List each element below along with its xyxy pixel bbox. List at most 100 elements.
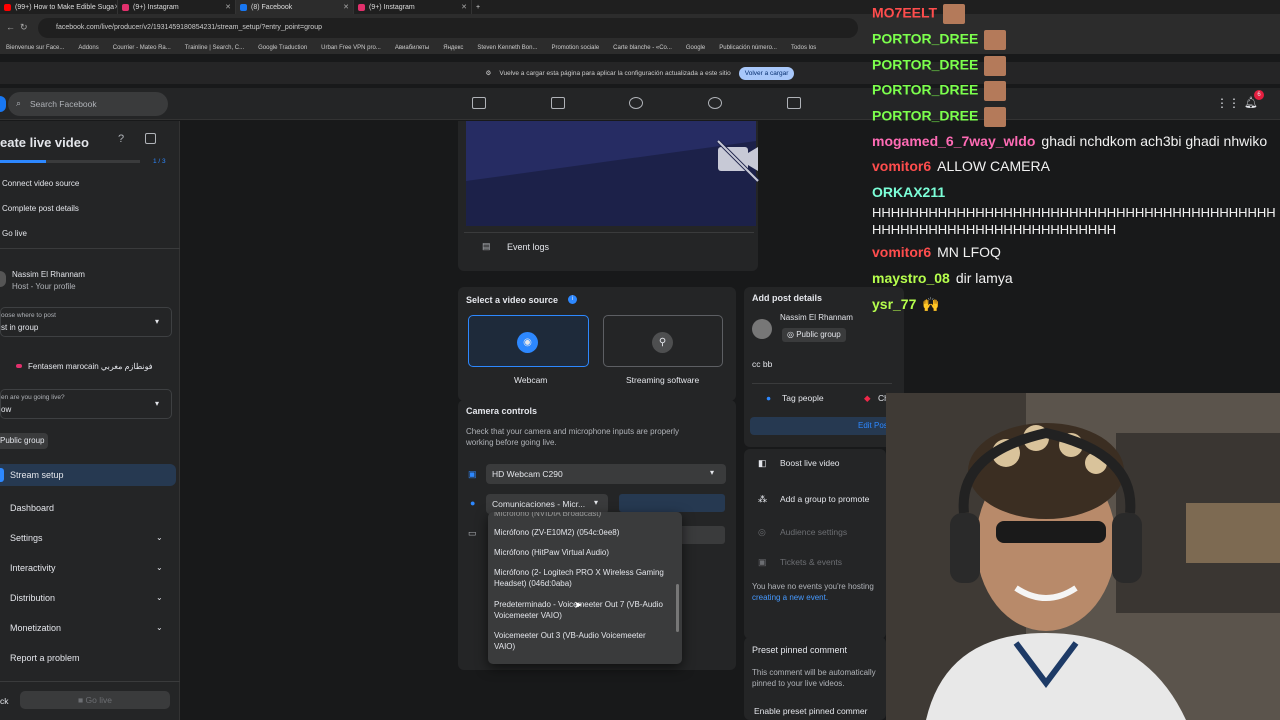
close-icon[interactable]: ✕ — [343, 3, 349, 11]
chevron-down-icon[interactable]: ⌄ — [156, 563, 163, 572]
chat-username: PORTOR_DREE — [872, 56, 979, 73]
boost-live-button[interactable]: Boost live video — [780, 458, 840, 468]
sidebar-item-distribution[interactable]: Distribution — [10, 593, 55, 603]
facebook-icon — [240, 3, 247, 11]
back-icon[interactable]: ← — [6, 22, 15, 32]
avatar — [0, 271, 6, 287]
instagram-icon — [358, 3, 365, 11]
bookmark-item[interactable]: Addons — [78, 45, 98, 51]
reload-button[interactable]: Volver a cargar — [738, 66, 795, 80]
chevron-down-icon: ▾ — [155, 399, 160, 408]
chat-message: vomitor6 ALLOW CAMERA — [872, 158, 1050, 174]
progress-fill — [0, 160, 47, 163]
bookmark-item[interactable]: Publicación número... — [719, 45, 777, 51]
bookmark-item[interactable]: Яндекс — [443, 45, 463, 51]
monitor-icon: ▭ — [468, 528, 477, 538]
chevron-down-icon[interactable]: ⌄ — [156, 533, 163, 542]
host-role: Host - Your profile — [12, 282, 76, 291]
help-icon[interactable]: ? — [118, 133, 124, 145]
camera-controls-desc: Check that your camera and microphone in… — [466, 427, 679, 447]
home-icon[interactable] — [472, 97, 486, 109]
sidebar-item-report-problem[interactable]: Report a problem — [10, 653, 80, 663]
reload-icon[interactable]: ↻ — [20, 22, 28, 33]
edit-post-button[interactable]: Edit Post — [750, 417, 904, 435]
bookmark-item[interactable]: Promotion sociale — [551, 45, 599, 51]
enable-preset-comment[interactable]: Enable preset pinned commer — [754, 706, 867, 716]
streaming-software-option[interactable]: ⚲ — [603, 315, 723, 367]
bookmark-item[interactable]: Steven Kenneth Bon... — [477, 45, 537, 51]
bookmark-item[interactable]: Todos los — [791, 45, 816, 51]
info-icon[interactable]: i — [568, 295, 577, 304]
facebook-logo[interactable] — [0, 96, 6, 112]
bookmark-item[interactable]: Google Traduction — [258, 45, 307, 51]
dropdown-option[interactable]: Voicemeeter Out 3 (VB-Audio Voicemeeter … — [494, 630, 669, 652]
step-go-live[interactable]: Go live — [2, 229, 27, 238]
sidebar-item-stream-setup[interactable]: Stream setup — [0, 464, 176, 486]
chat-emote-icon — [984, 107, 1007, 127]
new-tab-button[interactable]: + — [472, 0, 492, 14]
browser-tab[interactable]: (9+) Instagram ✕ — [354, 0, 472, 14]
camera-off-icon — [716, 139, 760, 183]
chat-username: ORKAX211 — [872, 184, 946, 200]
add-group-button[interactable]: Add a group to promote — [780, 494, 869, 504]
dropdown-scrollbar[interactable] — [676, 584, 679, 632]
dropdown-option[interactable]: Micrófono (ZV-E10M2) (054c:0ee8) — [494, 527, 669, 538]
host-name: Nassim El Rhannam — [12, 270, 85, 279]
events-text: You have no events you're hosting — [752, 582, 874, 591]
progress-label: 1 / 3 — [153, 158, 166, 165]
audience-settings-button[interactable]: Audience settings — [780, 527, 847, 537]
browser-tab-active[interactable]: (8) Facebook ✕ — [236, 0, 354, 14]
chat-message: PORTOR_DREE — [872, 81, 1007, 101]
sidebar-item-settings[interactable]: Settings — [10, 533, 43, 543]
bookmark-item[interactable]: Google — [686, 45, 705, 51]
dropdown-option-partial[interactable]: Micrófono (NVIDIA Broadcast) — [494, 512, 669, 519]
webcam-option[interactable]: ◉ — [468, 315, 589, 367]
bookmark-item[interactable]: Courrier - Mateo Ra... — [113, 45, 171, 51]
chat-emote-icon — [984, 56, 1007, 76]
chat-message: maystro_08 dir lamya — [872, 270, 1013, 286]
audience-badge[interactable]: ◎ Public group — [782, 328, 846, 342]
video-icon: ■ — [78, 695, 86, 705]
bookmark-item[interactable]: Urban Free VPN pro... — [321, 45, 381, 51]
sidebar-item-monetization[interactable]: Monetization — [10, 623, 61, 633]
bookmark-item[interactable]: Trainline | Search, C... — [185, 45, 244, 51]
gaming-icon[interactable] — [787, 97, 801, 109]
collapse-sidebar-icon[interactable] — [145, 133, 156, 144]
create-event-link[interactable]: creating a new event. — [752, 593, 828, 602]
bookmark-item[interactable]: Carte blanche - «Co... — [613, 45, 672, 51]
post-location-select[interactable]: oose where to post st in group ▾ — [0, 307, 172, 337]
back-button[interactable]: ck — [0, 696, 9, 706]
chevron-down-icon[interactable]: ⌄ — [156, 623, 163, 632]
tag-people-icon: ● — [766, 393, 772, 403]
close-icon[interactable]: ✕ — [225, 3, 231, 11]
search-input[interactable]: Search Facebook — [8, 92, 168, 116]
groups-icon[interactable] — [708, 97, 722, 109]
step-complete-post-details[interactable]: Complete post details — [2, 204, 79, 213]
sidebar-item-dashboard[interactable]: Dashboard — [10, 503, 54, 513]
chat-message: PORTOR_DREE — [872, 56, 1007, 76]
camera-select[interactable]: HD Webcam C290 ▾ — [486, 464, 726, 484]
chat-username: ysr_77 — [872, 296, 917, 312]
chat-text: ALLOW CAMERA — [937, 158, 1050, 174]
friends-icon[interactable] — [629, 97, 643, 109]
microphone-select[interactable]: Comunicaciones - Micr... ▾ — [486, 494, 608, 514]
dropdown-option[interactable]: Micrófono (2- Logitech PRO X Wireless Ga… — [494, 567, 669, 589]
bookmark-item[interactable]: Bienvenue sur Face... — [6, 45, 64, 51]
search-icon: ⌕ — [16, 98, 22, 108]
browser-tab[interactable]: (99+) How to Make Edible Suga✕ — [0, 0, 118, 14]
going-live-select[interactable]: en are you going live? ow ▾ — [0, 389, 172, 419]
bookmark-item[interactable]: Авиабилеты — [395, 45, 429, 51]
chevron-down-icon[interactable]: ⌄ — [156, 593, 163, 602]
video-icon[interactable] — [551, 97, 565, 109]
tag-people-button[interactable]: Tag people — [782, 393, 824, 403]
step-connect-video-source[interactable]: Connect video source — [2, 179, 79, 188]
tickets-events-button[interactable]: Tickets & events — [780, 557, 842, 567]
event-logs-link[interactable]: Event logs — [507, 242, 549, 252]
url-input[interactable]: facebook.com/live/producer/v2/1931459180… — [38, 18, 858, 38]
close-icon[interactable]: ✕ — [461, 3, 467, 11]
post-text[interactable]: cc bb — [752, 359, 772, 369]
browser-tab[interactable]: (9+) Instagram ✕ — [118, 0, 236, 14]
go-live-button[interactable]: ■ Go live — [20, 691, 170, 709]
sidebar-item-interactivity[interactable]: Interactivity — [10, 563, 56, 573]
dropdown-option[interactable]: Micrófono (HitPaw Virtual Audio) — [494, 547, 669, 558]
